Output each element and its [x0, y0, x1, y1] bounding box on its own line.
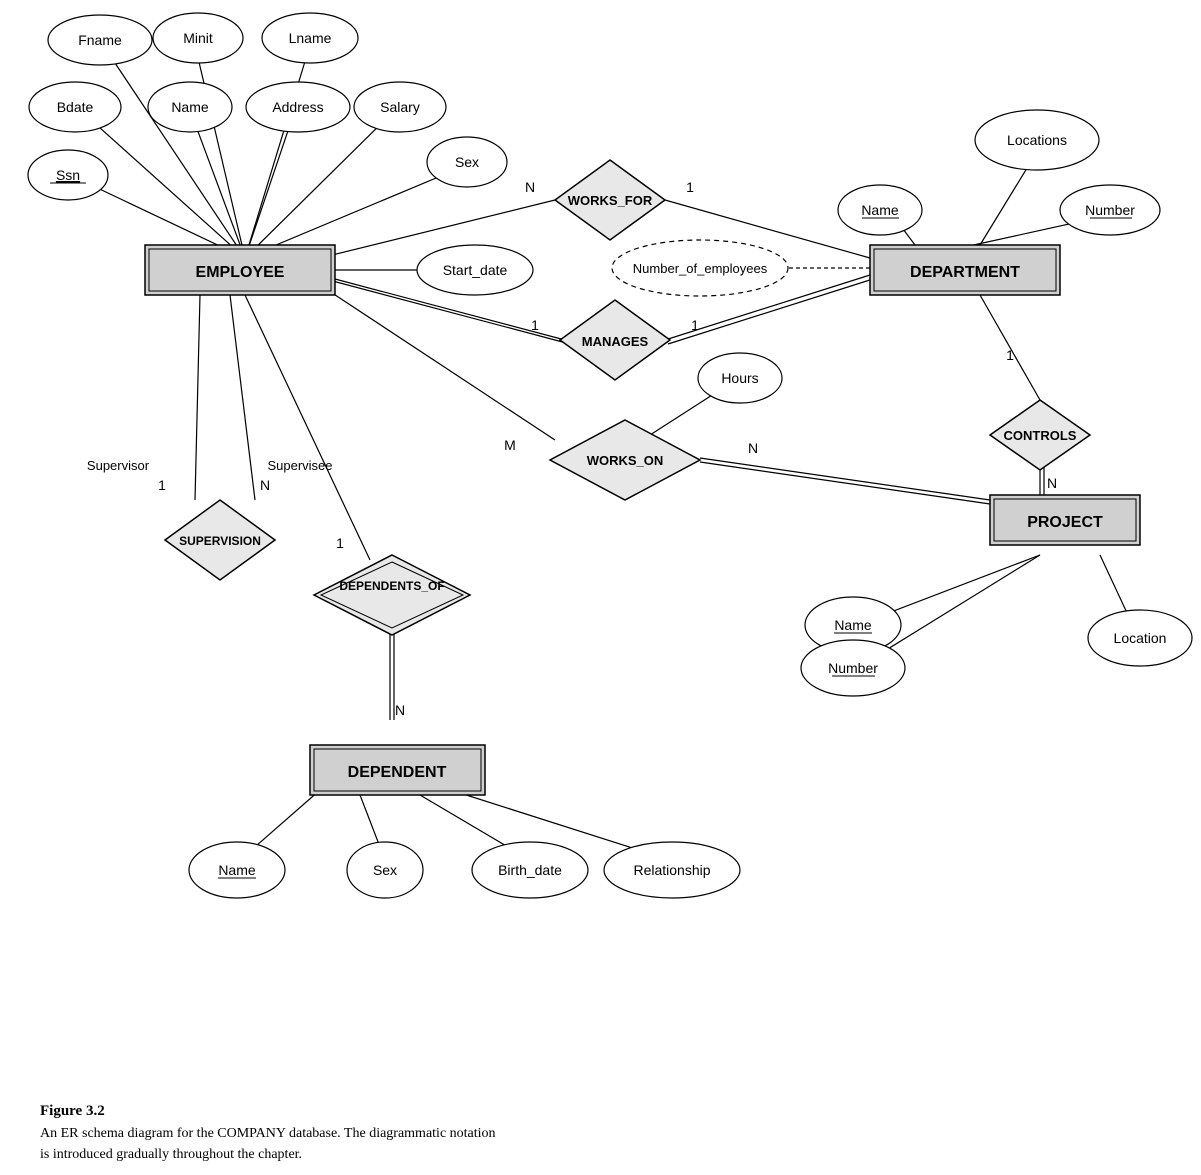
- dep-name-attr: Name: [218, 862, 256, 878]
- ssn-attr: Ssn: [56, 167, 80, 183]
- location-attr: Location: [1114, 630, 1167, 646]
- dependents-of-label: DEPENDENTS_OF: [339, 579, 444, 593]
- manages-1-dept: 1: [691, 317, 699, 333]
- emp-sex-attr: Sex: [455, 154, 479, 170]
- relationship-attr: Relationship: [633, 862, 710, 878]
- works-on-label: WORKS_ON: [587, 453, 664, 468]
- works-on-m: M: [504, 437, 516, 453]
- supervision-n: N: [260, 477, 270, 493]
- proj-number-attr: Number: [828, 660, 878, 676]
- dept-name-attr: Name: [861, 202, 899, 218]
- dept-number-attr: Number: [1085, 202, 1135, 218]
- dep-sex-attr: Sex: [373, 862, 397, 878]
- dep-of-n: N: [395, 702, 405, 718]
- address-attr: Address: [272, 99, 323, 115]
- bdate-attr: Bdate: [57, 99, 94, 115]
- works-for-1: 1: [686, 179, 694, 195]
- controls-label: CONTROLS: [1004, 428, 1077, 443]
- works-for-label: WORKS_FOR: [568, 193, 653, 208]
- fname-attr: Fname: [78, 32, 122, 48]
- dependent-label: DEPENDENT: [348, 764, 447, 781]
- supervisee-label: Supervisee: [267, 458, 332, 473]
- works-for-n: N: [525, 179, 535, 195]
- num-employees-attr: Number_of_employees: [633, 261, 768, 276]
- department-label: DEPARTMENT: [910, 264, 1020, 281]
- proj-name-attr: Name: [834, 617, 872, 633]
- er-diagram: EMPLOYEE DEPARTMENT PROJECT DEPENDENT WO…: [0, 0, 1201, 1100]
- hours-attr: Hours: [721, 370, 758, 386]
- controls-n: N: [1047, 475, 1057, 491]
- minit-attr: Minit: [183, 30, 213, 46]
- birth-date-attr: Birth_date: [498, 862, 562, 878]
- figure-caption: Figure 3.2 An ER schema diagram for the …: [20, 1100, 1201, 1165]
- manages-1-emp: 1: [531, 317, 539, 333]
- supervision-label: SUPERVISION: [179, 534, 261, 548]
- emp-name-attr: Name: [171, 99, 209, 115]
- supervisor-label: Supervisor: [87, 458, 150, 473]
- controls-1: 1: [1006, 347, 1014, 363]
- supervision-1: 1: [158, 477, 166, 493]
- dep-of-1: 1: [336, 535, 344, 551]
- locations-attr: Locations: [1007, 132, 1067, 148]
- figure-title: Figure 3.2: [40, 1100, 1201, 1123]
- works-on-n: N: [748, 440, 758, 456]
- caption-line1: An ER schema diagram for the COMPANY dat…: [40, 1123, 1201, 1144]
- salary-attr: Salary: [380, 99, 420, 115]
- employee-label: EMPLOYEE: [196, 264, 285, 281]
- manages-label: MANAGES: [582, 334, 649, 349]
- lname-attr: Lname: [289, 30, 332, 46]
- project-label: PROJECT: [1027, 514, 1103, 531]
- start-date-attr: Start_date: [443, 262, 508, 278]
- caption-line2: is introduced gradually throughout the c…: [40, 1144, 1201, 1165]
